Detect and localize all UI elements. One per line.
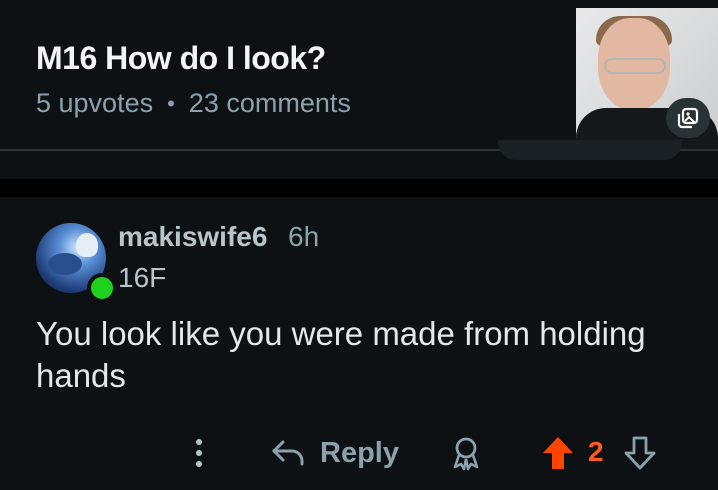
- post-meta: 5 upvotes • 23 comments: [36, 88, 351, 119]
- upvote-button[interactable]: [538, 433, 578, 473]
- meta-separator: •: [167, 90, 175, 116]
- reply-button[interactable]: Reply: [270, 433, 399, 473]
- comment-username[interactable]: makiswife6: [118, 221, 267, 253]
- comment-actions: Reply 2: [0, 433, 718, 473]
- comment: makiswife6 6h 16F You look like you were…: [0, 197, 718, 490]
- more-options-button[interactable]: [186, 433, 212, 473]
- thumbnail-glasses: [604, 58, 666, 74]
- avatar-skull: [76, 233, 98, 257]
- more-vertical-icon: [196, 439, 202, 467]
- upvote-count: 5 upvotes: [36, 88, 154, 118]
- comment-count: 23 comments: [188, 88, 351, 118]
- floating-pill[interactable]: [498, 140, 682, 160]
- downvote-arrow-icon: [624, 436, 656, 470]
- user-flair: 16F: [118, 262, 167, 293]
- award-button[interactable]: [446, 433, 486, 473]
- comment-timestamp: 6h: [288, 221, 320, 252]
- reply-arrow-icon: [272, 440, 304, 466]
- vote-score: 2: [588, 436, 604, 467]
- gallery-icon-svg: [677, 107, 699, 129]
- avatar-figure: [48, 253, 82, 275]
- post-title[interactable]: M16 How do I look?: [36, 40, 326, 77]
- upvote-arrow-icon: [543, 437, 573, 469]
- gallery-icon: [666, 98, 710, 138]
- online-status-icon: [87, 273, 117, 303]
- reply-label: Reply: [320, 436, 399, 469]
- award-icon: [453, 437, 479, 471]
- downvote-button[interactable]: [620, 433, 660, 473]
- section-separator: [0, 179, 718, 197]
- comment-body: You look like you were made from holding…: [36, 315, 646, 394]
